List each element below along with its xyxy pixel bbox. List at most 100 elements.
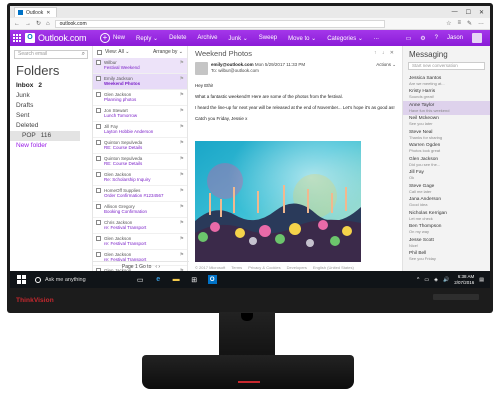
message-row[interactable]: Emily Jackson Weekend Photos ⚑ [93, 74, 187, 90]
folder-pop[interactable]: POP 116 [10, 131, 80, 141]
contact-item[interactable]: Steve Gage Call me later [403, 182, 490, 196]
message-row[interactable]: Glen Jackson Re: Scholarship Inquiry ⚑ [93, 170, 187, 186]
volume-icon[interactable]: 🔊 [443, 277, 449, 283]
contact-item[interactable]: Kristy Harris Sounds great! [403, 88, 490, 102]
festival-photo[interactable] [195, 141, 361, 262]
avatar[interactable] [472, 33, 482, 43]
flag-icon[interactable]: ⚑ [180, 140, 184, 146]
contact-item[interactable]: Phil Bell See you Friday [403, 250, 490, 264]
contact-item[interactable]: Jessica Santos Are we meeting at... [403, 74, 490, 88]
arrange-by[interactable]: Arrange by ⌄ [153, 49, 183, 55]
message-checkbox[interactable] [96, 188, 101, 193]
flag-icon[interactable]: ⚑ [180, 220, 184, 226]
message-row[interactable]: Quinton Sepulveda RE: Course Details ⚑ [93, 138, 187, 154]
contact-item[interactable]: Jesse Scott Nice! [403, 236, 490, 250]
note-icon[interactable]: ✎ [467, 20, 472, 27]
flag-icon[interactable]: ⚑ [180, 76, 184, 82]
contact-item[interactable]: Nicholas Kerrigan Let me check [403, 209, 490, 223]
task-view-icon[interactable]: ▭ [136, 275, 145, 284]
browser-tab[interactable]: Outlook ✕ [14, 7, 58, 17]
message-row[interactable]: Glen Jackson re: Festival Transport ⚑ [93, 234, 187, 250]
message-row[interactable]: Jon Stewart Lunch Tomorrow ⚑ [93, 106, 187, 122]
folder-deleted[interactable]: Deleted [10, 121, 92, 131]
folder-inbox[interactable]: Inbox 2 [10, 81, 92, 91]
flag-icon[interactable]: ⚑ [180, 204, 184, 210]
message-row[interactable]: Chris Jackson re: Festival Transport ⚑ [93, 218, 187, 234]
message-row[interactable]: Jill Fay Layton Hobbie Anderson ⚑ [93, 122, 187, 138]
message-row[interactable]: Glen Jackson Planning photos ⚑ [93, 90, 187, 106]
delete-button[interactable]: Delete [169, 35, 186, 41]
close-tab-icon[interactable]: ✕ [46, 10, 50, 16]
home-icon[interactable]: ⌂ [46, 21, 50, 27]
hub-icon[interactable]: ≡ [457, 20, 461, 27]
flag-icon[interactable]: ⚑ [180, 172, 184, 178]
tray-overflow-icon[interactable]: ^ [417, 277, 419, 283]
contact-item[interactable]: Ben Thompson On my way [403, 223, 490, 237]
message-row[interactable]: Allison Gregory Booking Confirmation ⚑ [93, 202, 187, 218]
message-checkbox[interactable] [96, 172, 101, 177]
settings-gear-icon[interactable]: ⚙ [420, 35, 425, 42]
edge-icon[interactable]: e [154, 275, 163, 284]
contact-item[interactable]: Glen Jackson Did you see the... [403, 155, 490, 169]
message-checkbox[interactable] [96, 92, 101, 97]
app-launcher-icon[interactable] [13, 33, 22, 43]
network-icon[interactable]: ◈ [434, 277, 438, 283]
flag-icon[interactable]: ⚑ [180, 236, 184, 242]
battery-icon[interactable]: ▭ [424, 277, 429, 283]
categories-button[interactable]: Categories ⌄ [327, 35, 363, 42]
message-row[interactable]: Wilbur Festival Weekend ⚑ [93, 58, 187, 74]
refresh-icon[interactable]: ↻ [36, 20, 41, 27]
message-checkbox[interactable] [96, 236, 101, 241]
help-icon[interactable]: ? [435, 35, 438, 41]
search-icon[interactable]: ⌕ [82, 51, 85, 58]
actions-menu[interactable]: Actions ⌄ [376, 62, 396, 78]
contact-item[interactable]: Neil Mckeown See you later [403, 115, 490, 129]
new-conversation-input[interactable]: Start new conversation [408, 62, 485, 70]
user-name[interactable]: Jason [447, 35, 463, 41]
search-email-input[interactable]: Search email ⌕ [14, 50, 88, 59]
message-row[interactable]: HomeOff Supplies Order Confirmation #1234… [93, 186, 187, 202]
message-checkbox[interactable] [96, 124, 101, 129]
footer-language[interactable]: English (United States) [313, 265, 354, 270]
move-to-button[interactable]: Move to ⌄ [288, 35, 316, 42]
footer-privacy[interactable]: Privacy & Cookies [248, 265, 280, 270]
message-checkbox[interactable] [96, 220, 101, 225]
footer-terms[interactable]: Terms [231, 265, 242, 270]
contact-item[interactable]: Anne Taylor Have fun this weekend [403, 101, 490, 115]
close-window-button[interactable]: ✕ [479, 9, 484, 16]
minimize-button[interactable]: — [452, 9, 458, 16]
nav-arrows[interactable]: ↑ ↓ ✕ [374, 50, 396, 56]
message-checkbox[interactable] [96, 108, 101, 113]
message-checkbox[interactable] [96, 76, 101, 81]
outlook-taskbar-icon[interactable]: O [207, 275, 217, 284]
message-row[interactable]: Quinton Sepulveda RE: Course Details ⚑ [93, 154, 187, 170]
view-filter[interactable]: View: All ⌄ [105, 49, 129, 55]
footer-developers[interactable]: Developers [287, 265, 307, 270]
message-checkbox[interactable] [96, 156, 101, 161]
flag-icon[interactable]: ⚑ [180, 108, 184, 114]
archive-button[interactable]: Archive [197, 35, 217, 41]
store-icon[interactable]: ⊞ [190, 275, 199, 284]
maximize-button[interactable]: ☐ [466, 9, 471, 16]
flag-icon[interactable]: ⚑ [180, 92, 184, 98]
junk-button[interactable]: Junk ⌄ [228, 35, 247, 42]
page-arrows[interactable]: ‹ › [155, 264, 160, 270]
new-button[interactable]: + New [100, 33, 125, 43]
chat-icon[interactable]: ▭ [406, 35, 412, 42]
flag-icon[interactable]: ⚑ [180, 188, 184, 194]
clock[interactable]: 6:38 AM 2/07/2016 [454, 274, 474, 286]
favorite-star-icon[interactable]: ☆ [446, 20, 451, 27]
message-checkbox[interactable] [96, 60, 101, 65]
file-explorer-icon[interactable]: ▬ [172, 275, 181, 284]
flag-icon[interactable]: ⚑ [180, 124, 184, 130]
sweep-button[interactable]: Sweep [259, 35, 277, 41]
new-folder-link[interactable]: New folder [10, 141, 92, 151]
folder-drafts[interactable]: Drafts [10, 101, 92, 111]
more-commands-button[interactable]: ... [374, 35, 379, 41]
flag-icon[interactable]: ⚑ [180, 60, 184, 66]
message-checkbox[interactable] [96, 204, 101, 209]
more-icon[interactable]: … [478, 20, 484, 27]
folder-junk[interactable]: Junk [10, 91, 92, 101]
windows-start-icon[interactable] [15, 274, 27, 286]
flag-icon[interactable]: ⚑ [180, 156, 184, 162]
